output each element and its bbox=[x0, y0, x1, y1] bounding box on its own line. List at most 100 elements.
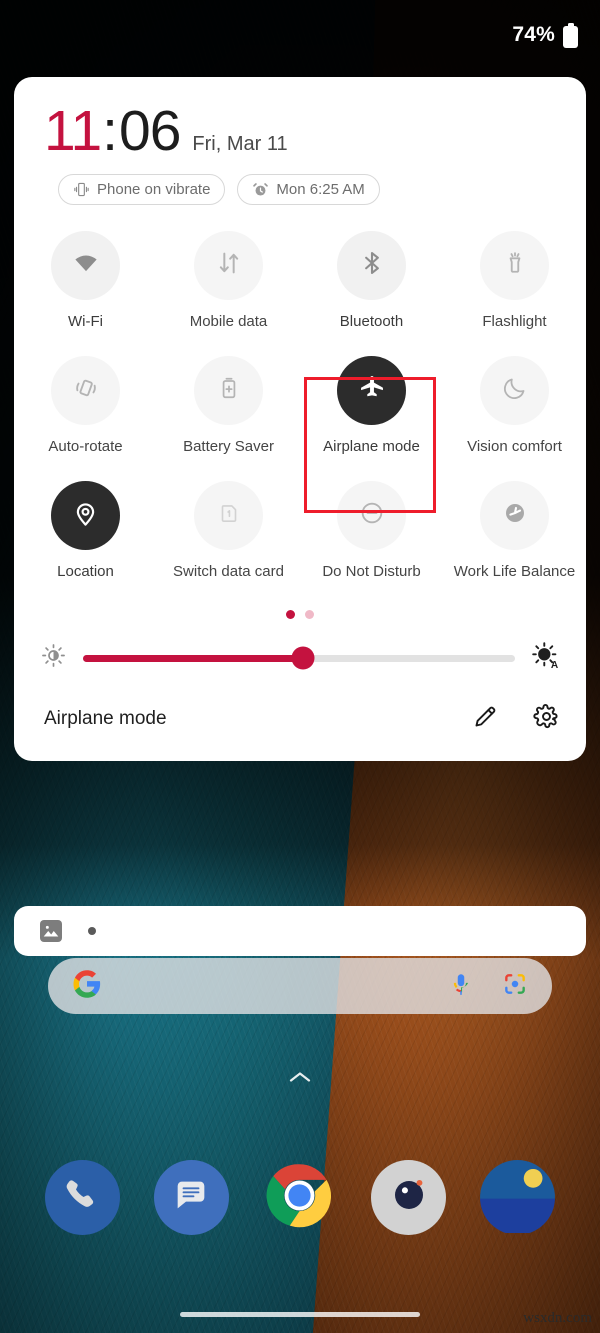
battery-saver-icon bbox=[216, 375, 242, 406]
brightness-slider-row: A bbox=[14, 619, 586, 675]
tile-circle bbox=[337, 356, 406, 425]
quick-settings-panel: 11 : 06 Fri, Mar 11 Phone on vibrate Mon… bbox=[14, 77, 586, 761]
gear-icon[interactable] bbox=[533, 703, 560, 735]
tile-circle bbox=[51, 481, 120, 550]
chip-label: Mon 6:25 AM bbox=[276, 181, 365, 198]
chip-phone-on-vibrate[interactable]: Phone on vibrate bbox=[58, 174, 226, 205]
dock-app-gallery[interactable] bbox=[480, 1160, 556, 1235]
home-dock bbox=[0, 1160, 600, 1235]
moon-icon bbox=[501, 375, 528, 407]
tile-row-2: Auto-rotate Battery Saver Airplane mode … bbox=[14, 356, 586, 481]
quick-settings-footer: Airplane mode bbox=[14, 675, 586, 761]
tile-label: Do Not Disturb bbox=[322, 563, 421, 580]
tile-airplane-mode[interactable]: Airplane mode bbox=[300, 356, 443, 481]
tile-bluetooth[interactable]: Bluetooth bbox=[300, 231, 443, 356]
tile-label: Switch data card bbox=[173, 563, 284, 580]
chrome-icon bbox=[262, 1160, 337, 1235]
brightness-slider-thumb[interactable] bbox=[291, 646, 315, 670]
footer-active-mode-label: Airplane mode bbox=[44, 708, 167, 729]
tile-circle bbox=[51, 231, 120, 300]
clock-minute: 06 bbox=[119, 99, 181, 163]
google-lens-icon[interactable] bbox=[502, 971, 528, 1002]
auto-rotate-icon bbox=[72, 374, 100, 407]
clock-hour: 11 bbox=[44, 99, 102, 163]
tile-row-3: Location Switch data card Do Not Disturb… bbox=[14, 481, 586, 606]
notification-strip[interactable] bbox=[14, 906, 586, 956]
image-icon bbox=[40, 920, 62, 942]
tile-switch-data-card[interactable]: Switch data card bbox=[157, 481, 300, 606]
battery-percentage: 74% bbox=[512, 23, 555, 46]
tile-label: Flashlight bbox=[482, 313, 547, 330]
wifi-icon bbox=[71, 248, 101, 283]
watermark: wsxdn.com bbox=[523, 1310, 592, 1326]
brightness-auto-icon[interactable]: A bbox=[531, 641, 560, 675]
tile-label: Mobile data bbox=[189, 313, 268, 330]
pencil-edit-icon[interactable] bbox=[472, 703, 499, 735]
tile-label: Work Life Balance bbox=[453, 563, 576, 580]
gallery-icon bbox=[480, 1160, 556, 1235]
notification-dot bbox=[88, 927, 96, 935]
tile-circle bbox=[480, 356, 549, 425]
quick-settings-tiles: Wi-Fi Mobile data Bluetooth Flashlight A… bbox=[14, 205, 586, 606]
tile-circle bbox=[337, 481, 406, 550]
status-bar: 74% bbox=[0, 0, 600, 70]
bluetooth-icon bbox=[358, 249, 386, 282]
tile-label: Wi-Fi bbox=[68, 313, 103, 330]
page-dot[interactable] bbox=[305, 610, 314, 619]
tile-auto-rotate[interactable]: Auto-rotate bbox=[14, 356, 157, 481]
tile-circle bbox=[194, 356, 263, 425]
airplane-icon bbox=[357, 373, 387, 408]
tile-label: Airplane mode bbox=[323, 438, 420, 455]
chip-label: Phone on vibrate bbox=[97, 181, 211, 198]
brightness-slider[interactable] bbox=[83, 646, 515, 670]
tile-location[interactable]: Location bbox=[14, 481, 157, 606]
dock-app-phone[interactable] bbox=[44, 1160, 120, 1235]
tile-vision-comfort[interactable]: Vision comfort bbox=[443, 356, 586, 481]
tile-wifi[interactable]: Wi-Fi bbox=[14, 231, 157, 356]
tile-circle bbox=[337, 231, 406, 300]
dock-app-camera[interactable] bbox=[371, 1160, 447, 1235]
do-not-disturb-icon bbox=[358, 499, 386, 532]
home-gesture-bar[interactable] bbox=[180, 1312, 420, 1317]
tile-row-1: Wi-Fi Mobile data Bluetooth Flashlight bbox=[14, 231, 586, 356]
tile-label: Auto-rotate bbox=[48, 438, 123, 455]
phone-screen: 74% 11 : 06 Fri, Mar 11 Phone on vibrate bbox=[0, 0, 600, 1333]
tile-label: Vision comfort bbox=[467, 438, 562, 455]
tile-label: Location bbox=[57, 563, 114, 580]
clock: 11 : 06 Fri, Mar 11 bbox=[14, 103, 586, 160]
location-pin-icon bbox=[71, 499, 100, 533]
page-indicator bbox=[14, 606, 586, 619]
tile-work-life-balance[interactable]: Work Life Balance bbox=[443, 481, 586, 606]
microphone-icon[interactable] bbox=[448, 971, 474, 1002]
chevron-up-icon bbox=[285, 1068, 315, 1091]
sim-card-icon bbox=[216, 500, 242, 531]
tile-flashlight[interactable]: Flashlight bbox=[443, 231, 586, 356]
tile-circle bbox=[194, 231, 263, 300]
app-drawer-indicator[interactable] bbox=[0, 1068, 600, 1091]
tile-circle bbox=[194, 481, 263, 550]
dock-app-messages[interactable] bbox=[153, 1160, 229, 1235]
tile-circle bbox=[480, 231, 549, 300]
google-search-bar[interactable] bbox=[48, 958, 552, 1014]
tile-do-not-disturb[interactable]: Do Not Disturb bbox=[300, 481, 443, 606]
tile-mobile-data[interactable]: Mobile data bbox=[157, 231, 300, 356]
alarm-clock-icon bbox=[252, 181, 269, 198]
work-life-balance-icon bbox=[503, 501, 527, 530]
clock-date: Fri, Mar 11 bbox=[192, 133, 288, 155]
camera-icon bbox=[381, 1167, 437, 1228]
tile-circle bbox=[51, 356, 120, 425]
tile-circle bbox=[480, 481, 549, 550]
page-dot-active[interactable] bbox=[286, 610, 295, 619]
battery-full-icon bbox=[563, 22, 578, 48]
google-g-icon bbox=[72, 969, 102, 1004]
clock-separator: : bbox=[102, 99, 119, 163]
svg-text:A: A bbox=[551, 660, 559, 670]
chip-next-alarm[interactable]: Mon 6:25 AM bbox=[237, 174, 380, 205]
tile-label: Battery Saver bbox=[183, 438, 274, 455]
phone-icon bbox=[62, 1175, 102, 1220]
search-bar-actions bbox=[448, 971, 528, 1002]
tile-battery-saver[interactable]: Battery Saver bbox=[157, 356, 300, 481]
dock-app-chrome[interactable] bbox=[262, 1160, 337, 1235]
messages-icon bbox=[171, 1175, 211, 1220]
status-chip-row: Phone on vibrate Mon 6:25 AM bbox=[14, 160, 586, 205]
